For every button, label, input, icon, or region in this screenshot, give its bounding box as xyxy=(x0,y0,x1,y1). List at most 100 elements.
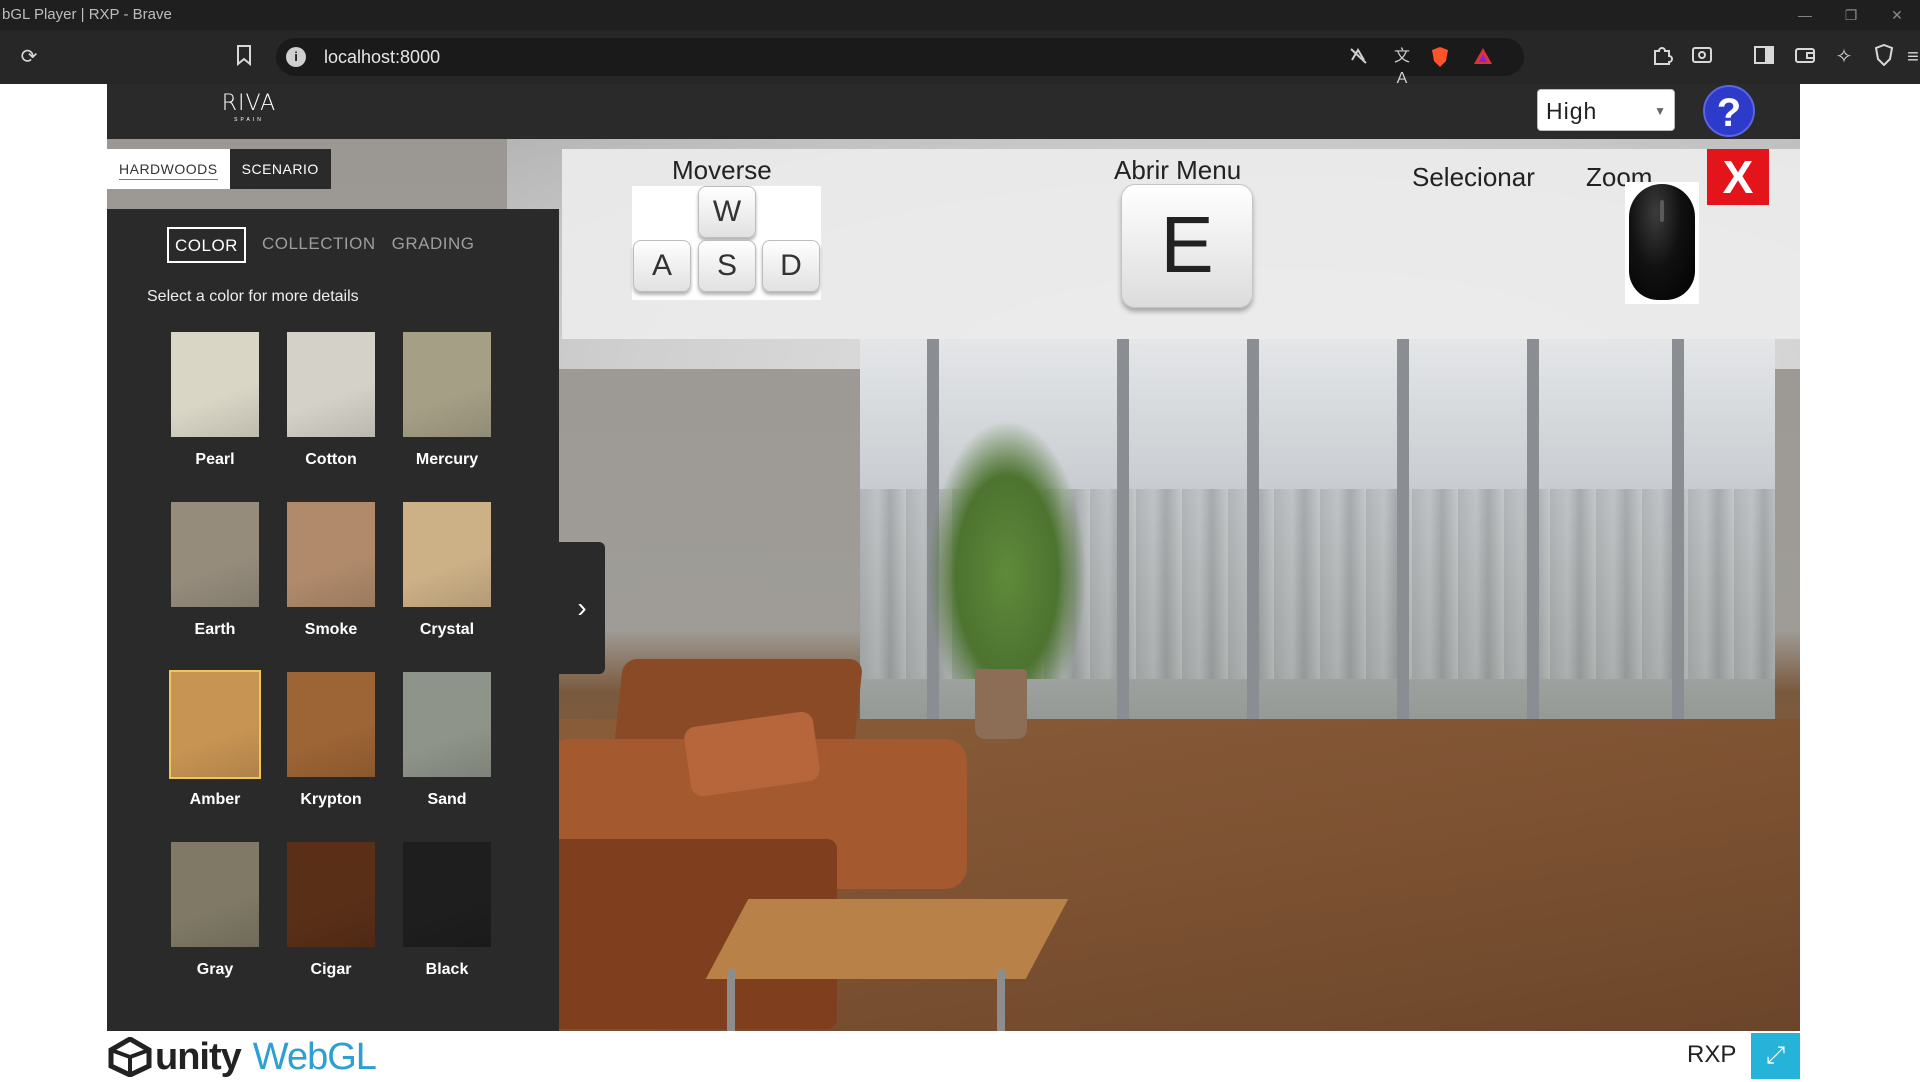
swatch-mercury[interactable]: Mercury xyxy=(403,332,491,502)
swatch-label: Gray xyxy=(196,961,234,978)
swatch-tile[interactable] xyxy=(287,672,375,777)
restore-icon[interactable]: ❐ xyxy=(1828,0,1874,30)
swatch-cotton[interactable]: Cotton xyxy=(287,332,375,502)
app-header: RIVA SPAIN High ▼ ? xyxy=(107,84,1800,139)
swatch-sand[interactable]: Sand xyxy=(403,672,491,842)
swatch-grid: Pearl Cotton Mercury Earth Smoke Crystal Amber… xyxy=(169,332,491,1012)
sidebar-icon[interactable] xyxy=(1751,44,1777,70)
unity-wordmark: unity xyxy=(155,1035,242,1078)
mouse-icon xyxy=(1625,182,1699,304)
product-title: RXP xyxy=(1687,1041,1737,1068)
swatch-tile[interactable] xyxy=(287,332,375,437)
screenshot-icon[interactable] xyxy=(1689,44,1715,70)
close-controls-button[interactable]: X xyxy=(1707,149,1769,205)
swatch-label: Crystal xyxy=(419,621,475,638)
key-s: S xyxy=(698,240,756,292)
swatch-krypton[interactable]: Krypton xyxy=(287,672,375,842)
window-frame xyxy=(1672,339,1684,769)
swatch-earth[interactable]: Earth xyxy=(171,502,259,672)
panel-subtabs: COLOR COLLECTION GRADING xyxy=(167,227,474,263)
swatch-label: Sand xyxy=(427,791,467,808)
logo-text: RIVA xyxy=(221,91,277,116)
url-text[interactable]: localhost:8000 xyxy=(324,38,440,76)
vpn-shield-icon[interactable] xyxy=(1871,43,1897,70)
color-panel: COLOR COLLECTION GRADING Select a color … xyxy=(107,209,559,1031)
translate-icon[interactable]: 文A xyxy=(1391,46,1413,87)
quality-dropdown[interactable]: High ▼ xyxy=(1537,89,1675,131)
panel-hint: Select a color for more details xyxy=(147,288,359,305)
riva-logo: RIVA SPAIN xyxy=(219,92,279,128)
swatch-tile[interactable] xyxy=(403,502,491,607)
reload-icon[interactable]: ⟳ xyxy=(16,44,42,70)
subtab-grading[interactable]: GRADING xyxy=(392,227,475,263)
swatch-label: Mercury xyxy=(415,451,479,468)
quality-value: High xyxy=(1546,98,1598,124)
panel-toggle-button[interactable]: › xyxy=(559,542,605,674)
swatch-tile[interactable] xyxy=(171,502,259,607)
swatch-cigar[interactable]: Cigar xyxy=(287,842,375,1012)
unity-canvas[interactable]: RIVA SPAIN High ▼ ? HARDWOODS SCENARIO C… xyxy=(107,84,1800,1031)
window-frame xyxy=(1397,339,1409,769)
swatch-tile[interactable] xyxy=(287,502,375,607)
unity-cube-icon xyxy=(107,1036,153,1078)
swatch-tile[interactable] xyxy=(403,672,491,777)
panel-tabs: HARDWOODS SCENARIO xyxy=(107,149,331,189)
swatch-tile[interactable] xyxy=(403,332,491,437)
swatch-label: Cotton xyxy=(305,451,357,468)
swatch-label: Earth xyxy=(194,621,236,638)
bookmark-icon[interactable] xyxy=(231,44,257,70)
read-aloud-off-icon[interactable] xyxy=(1348,46,1370,68)
extensions-icon[interactable] xyxy=(1649,44,1675,70)
key-w: W xyxy=(698,186,756,238)
logo-subtext: SPAIN xyxy=(234,117,264,123)
swatch-label: Amber xyxy=(189,791,241,808)
brave-shield-icon[interactable] xyxy=(1429,46,1451,68)
swatch-gray[interactable]: Gray xyxy=(171,842,259,1012)
select-label: Selecionar xyxy=(1412,162,1535,192)
plant-pot xyxy=(975,669,1027,739)
window-frame xyxy=(1247,339,1259,769)
tab-hardwoods-label: HARDWOODS xyxy=(119,161,218,180)
swatch-tile[interactable] xyxy=(171,842,259,947)
address-bar[interactable]: i localhost:8000 文A xyxy=(276,38,1524,87)
minimize-icon[interactable]: — xyxy=(1782,0,1828,30)
swatch-pearl[interactable]: Pearl xyxy=(171,332,259,502)
help-button[interactable]: ? xyxy=(1703,85,1755,137)
browser-title-bar: bGL Player | RXP - Brave — ❐ ✕ xyxy=(0,0,1920,30)
close-window-icon[interactable]: ✕ xyxy=(1874,0,1920,30)
swatch-black[interactable]: Black xyxy=(403,842,491,1012)
wallet-icon[interactable] xyxy=(1792,44,1818,70)
tab-hardwoods[interactable]: HARDWOODS xyxy=(107,149,230,189)
swatch-tile[interactable] xyxy=(287,842,375,947)
swatch-label: Black xyxy=(425,961,469,978)
swatch-crystal[interactable]: Crystal xyxy=(403,502,491,672)
menu-icon[interactable]: ≡ xyxy=(1906,44,1920,70)
controls-help-overlay: Moverse W A S D Abrir Menu E Selecionar … xyxy=(562,149,1800,339)
swatch-tile[interactable] xyxy=(403,842,491,947)
tab-scenario-label: SCENARIO xyxy=(241,161,319,177)
swatch-label: Pearl xyxy=(195,451,235,468)
move-label: Moverse xyxy=(672,155,772,185)
brave-rewards-icon[interactable] xyxy=(1472,46,1494,68)
swatch-tile[interactable] xyxy=(169,670,261,779)
subtab-collection[interactable]: COLLECTION xyxy=(262,227,376,263)
unity-logo: unity WebGL xyxy=(107,1035,377,1078)
key-e: E xyxy=(1121,184,1253,308)
fullscreen-icon: ⤢ xyxy=(1765,1042,1786,1069)
subtab-color[interactable]: COLOR xyxy=(167,227,246,263)
swatch-tile[interactable] xyxy=(171,332,259,437)
swatch-amber[interactable]: Amber xyxy=(169,670,261,842)
tab-scenario[interactable]: SCENARIO xyxy=(229,149,331,189)
fullscreen-button[interactable]: ⤢ xyxy=(1751,1033,1800,1079)
leo-ai-icon[interactable]: ✧ xyxy=(1831,44,1857,70)
swatch-label: Smoke xyxy=(304,621,358,638)
window-frame xyxy=(1117,339,1129,769)
key-a: A xyxy=(633,240,691,292)
swatch-smoke[interactable]: Smoke xyxy=(287,502,375,672)
unity-footer: unity WebGL RXP ⤢ xyxy=(107,1031,1800,1080)
coffee-table xyxy=(705,899,1069,979)
webgl-wordmark: WebGL xyxy=(252,1035,377,1078)
table-leg xyxy=(997,969,1005,1031)
info-icon[interactable]: i xyxy=(286,47,306,67)
swatch-label: Cigar xyxy=(310,961,352,978)
